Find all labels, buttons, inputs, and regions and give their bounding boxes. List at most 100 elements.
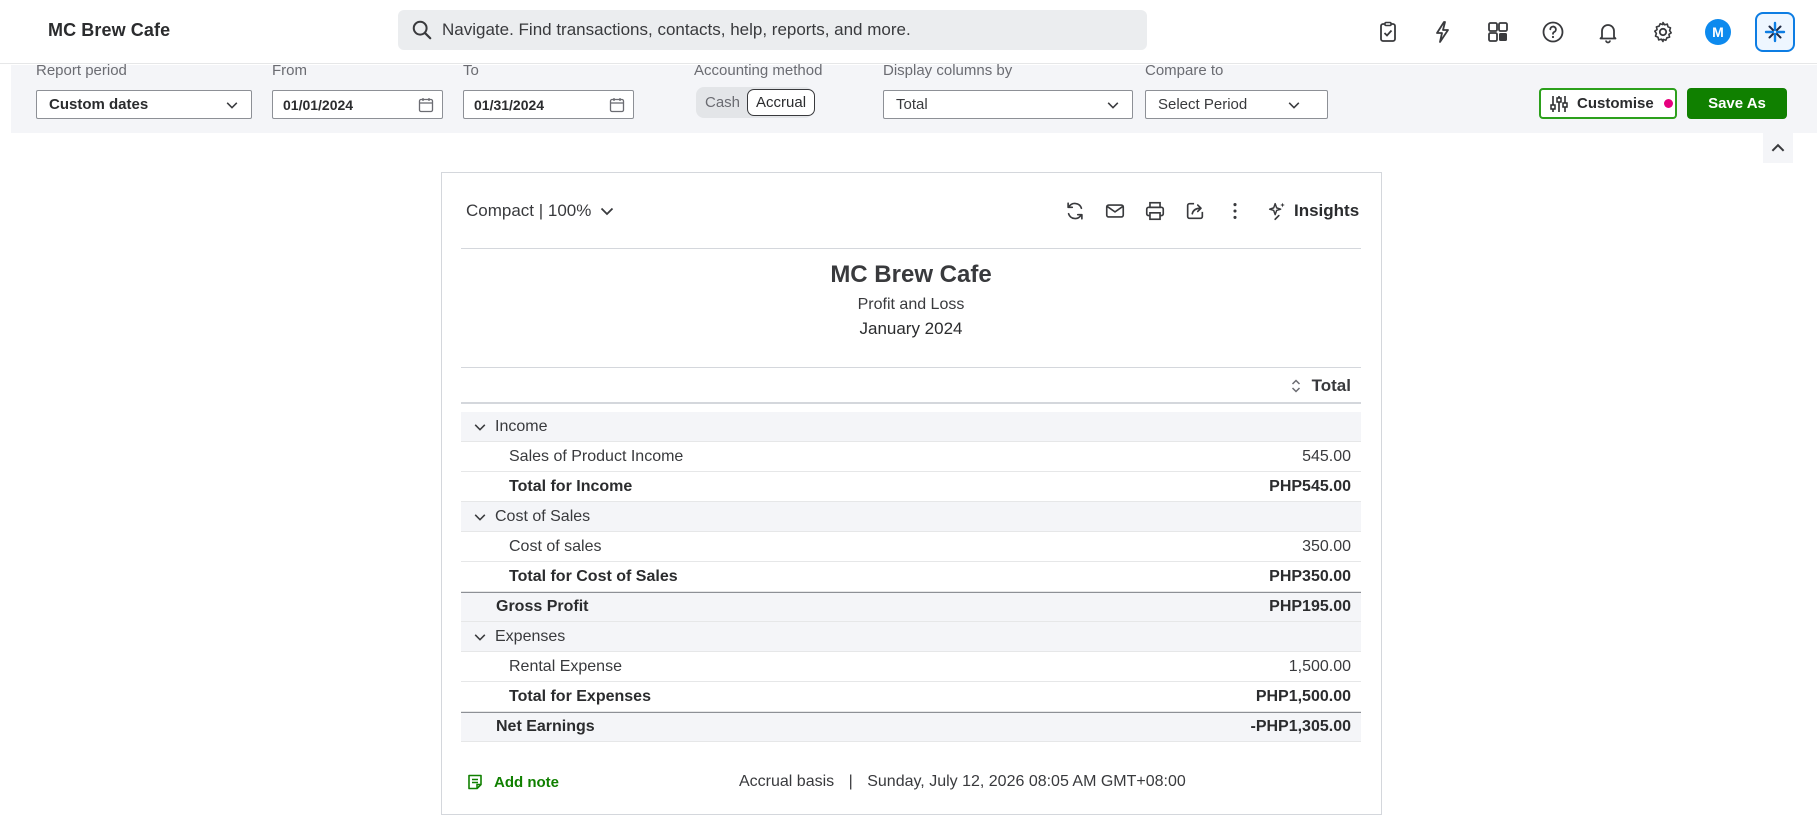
header-divider: [461, 367, 1361, 368]
row-label[interactable]: Sales of Product Income: [461, 448, 1302, 466]
apps-button[interactable]: [1480, 14, 1516, 50]
export-icon: [1186, 202, 1204, 220]
chevron-down-icon[interactable]: [473, 510, 487, 524]
section-row[interactable]: Cost of Sales: [461, 502, 1361, 532]
customise-button[interactable]: Customise: [1539, 88, 1677, 119]
print-icon: [1145, 201, 1165, 221]
settings-button[interactable]: [1645, 14, 1681, 50]
density-zoom-select[interactable]: Compact | 100%: [466, 201, 615, 221]
from-date-value: 01/01/2024: [283, 96, 354, 113]
email-button[interactable]: [1102, 198, 1128, 224]
refresh-icon: [1067, 202, 1083, 220]
calendar-icon[interactable]: [418, 97, 434, 113]
chevron-up-icon: [1771, 143, 1785, 152]
row-amount[interactable]: 350.00: [1302, 538, 1351, 556]
help-icon: [1542, 21, 1564, 43]
notification-dot: [1663, 99, 1673, 108]
display-columns-select[interactable]: Total: [883, 90, 1133, 119]
row-amount: PHP350.00: [1269, 567, 1351, 585]
accounting-method-cash[interactable]: Cash: [698, 89, 747, 116]
company-name[interactable]: MC Brew Cafe: [48, 20, 170, 41]
refresh-button[interactable]: [1062, 198, 1088, 224]
more-options-button[interactable]: [1222, 198, 1248, 224]
search-input[interactable]: [442, 20, 1122, 40]
display-columns-label: Display columns by: [883, 62, 1013, 79]
sort-icon: [1291, 378, 1300, 393]
tasks-button[interactable]: [1370, 14, 1406, 50]
global-search[interactable]: [398, 10, 1147, 50]
notifications-button[interactable]: [1590, 14, 1626, 50]
total-row: Total for Cost of Sales PHP350.00: [461, 562, 1361, 592]
ai-assistant-button[interactable]: [1755, 12, 1795, 52]
row-label: Total for Cost of Sales: [509, 567, 678, 585]
insights-label: Insights: [1294, 201, 1360, 220]
section-row[interactable]: Expenses: [461, 622, 1361, 652]
report-basis: Accrual basis: [739, 773, 835, 790]
print-button[interactable]: [1142, 198, 1168, 224]
chevron-down-icon[interactable]: [473, 630, 487, 644]
collapse-filters-button[interactable]: [1763, 133, 1793, 163]
lightning-icon: [1436, 21, 1449, 43]
report-header: MC Brew Cafe Profit and Loss January 202…: [461, 261, 1361, 339]
summary-row: Gross Profit PHP195.00: [461, 592, 1361, 622]
add-note-label: Add note: [494, 773, 559, 791]
compare-to-select[interactable]: Select Period: [1145, 90, 1328, 119]
report-footer: Add note Accrual basis | Sunday, July 12…: [466, 767, 1356, 797]
report-period-value: Custom dates: [49, 96, 149, 113]
accounting-method-label: Accounting method: [694, 62, 823, 79]
row-amount[interactable]: 1,500.00: [1289, 658, 1351, 676]
export-button[interactable]: [1182, 198, 1208, 224]
row-amount: PHP195.00: [1269, 598, 1351, 615]
sliders-icon: [1550, 95, 1568, 112]
report-footer-meta: Accrual basis | Sunday, July 12, 2026 08…: [739, 773, 1186, 791]
insights-button[interactable]: Insights: [1266, 200, 1359, 222]
to-date-input[interactable]: 01/31/2024: [463, 90, 634, 119]
chevron-down-icon[interactable]: [473, 420, 487, 434]
account-row: Cost of sales 350.00: [461, 532, 1361, 562]
row-amount: PHP545.00: [1269, 477, 1351, 495]
insights-icon: [1268, 202, 1285, 221]
accounting-method-toggle: Cash Accrual: [696, 87, 816, 118]
report-period-select[interactable]: Custom dates: [36, 90, 252, 119]
total-column-header[interactable]: Total: [461, 369, 1361, 404]
row-label: Net Earnings: [496, 718, 595, 735]
apps-icon: [1488, 22, 1508, 42]
account-row: Sales of Product Income 545.00: [461, 442, 1361, 472]
row-label[interactable]: Cost of sales: [461, 538, 1302, 556]
ai-assistant-icon: [1764, 21, 1786, 43]
row-label: Total for Expenses: [509, 687, 651, 705]
to-label: To: [463, 62, 479, 79]
report-company-name: MC Brew Cafe: [830, 261, 992, 288]
summary-row: Net Earnings -PHP1,305.00: [461, 712, 1361, 742]
compare-to-value: Select Period: [1158, 96, 1248, 113]
top-navigation-bar: MC Brew Cafe M: [0, 0, 1817, 64]
compare-to-label: Compare to: [1145, 62, 1224, 79]
quick-actions-button[interactable]: [1425, 14, 1461, 50]
row-label: Gross Profit: [496, 598, 589, 615]
chevron-down-icon: [226, 101, 238, 109]
help-button[interactable]: [1535, 14, 1571, 50]
report-toolbar: Compact | 100% Insights: [442, 173, 1381, 248]
calendar-icon[interactable]: [609, 97, 625, 113]
email-icon: [1105, 204, 1125, 218]
from-date-input[interactable]: 01/01/2024: [272, 90, 443, 119]
total-row: Total for Expenses PHP1,500.00: [461, 682, 1361, 712]
report-title: Profit and Loss: [857, 296, 965, 313]
accounting-method-accrual[interactable]: Accrual: [747, 89, 816, 116]
section-row[interactable]: Income: [461, 412, 1361, 442]
toolbar-divider: [461, 248, 1361, 249]
display-columns-value: Total: [896, 96, 928, 113]
chevron-down-icon: [1288, 101, 1300, 109]
row-label[interactable]: Rental Expense: [461, 658, 1289, 676]
row-amount: -PHP1,305.00: [1250, 718, 1351, 735]
top-icon-group: M: [1370, 10, 1795, 54]
profile-button[interactable]: M: [1700, 14, 1736, 50]
clipboard-check-icon: [1380, 21, 1396, 42]
account-row: Rental Expense 1,500.00: [461, 652, 1361, 682]
add-note-button[interactable]: Add note: [466, 773, 559, 791]
report-period-label: Report period: [36, 62, 127, 79]
density-zoom-label: Compact | 100%: [466, 201, 592, 220]
row-amount[interactable]: 545.00: [1302, 448, 1351, 466]
search-icon: [412, 20, 432, 40]
save-as-button[interactable]: Save As: [1687, 88, 1787, 119]
